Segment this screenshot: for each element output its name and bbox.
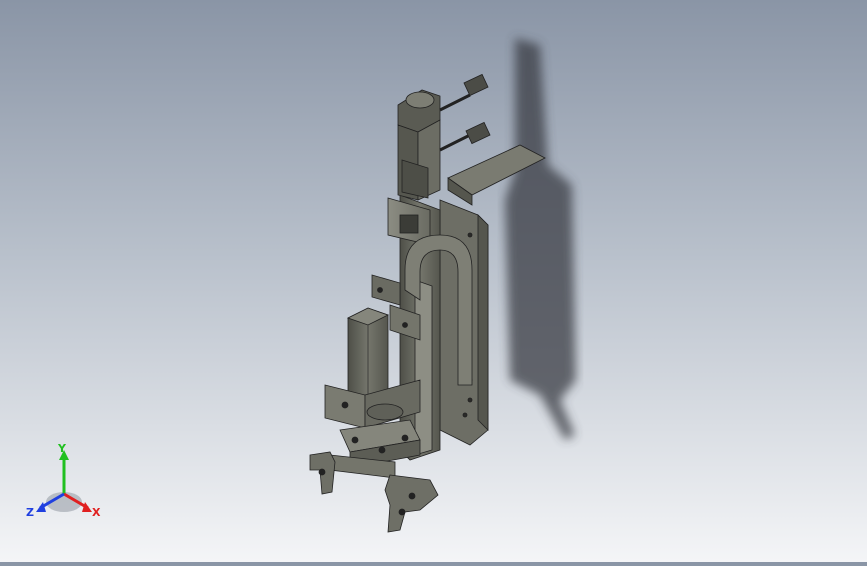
connector-upper[interactable] (463, 73, 489, 97)
gripper-finger-right[interactable] (384, 474, 439, 533)
side-bracket-upper[interactable] (371, 274, 401, 306)
model-view[interactable] (0, 0, 867, 562)
x-axis-label: X (92, 506, 101, 519)
y-axis-label: Y (57, 444, 67, 455)
model-shadow (505, 38, 576, 440)
z-axis-label: Z (26, 506, 34, 519)
connector-lower[interactable] (465, 121, 491, 145)
cad-viewport[interactable] (0, 0, 867, 562)
orientation-triad[interactable]: Y X Z (22, 442, 106, 524)
